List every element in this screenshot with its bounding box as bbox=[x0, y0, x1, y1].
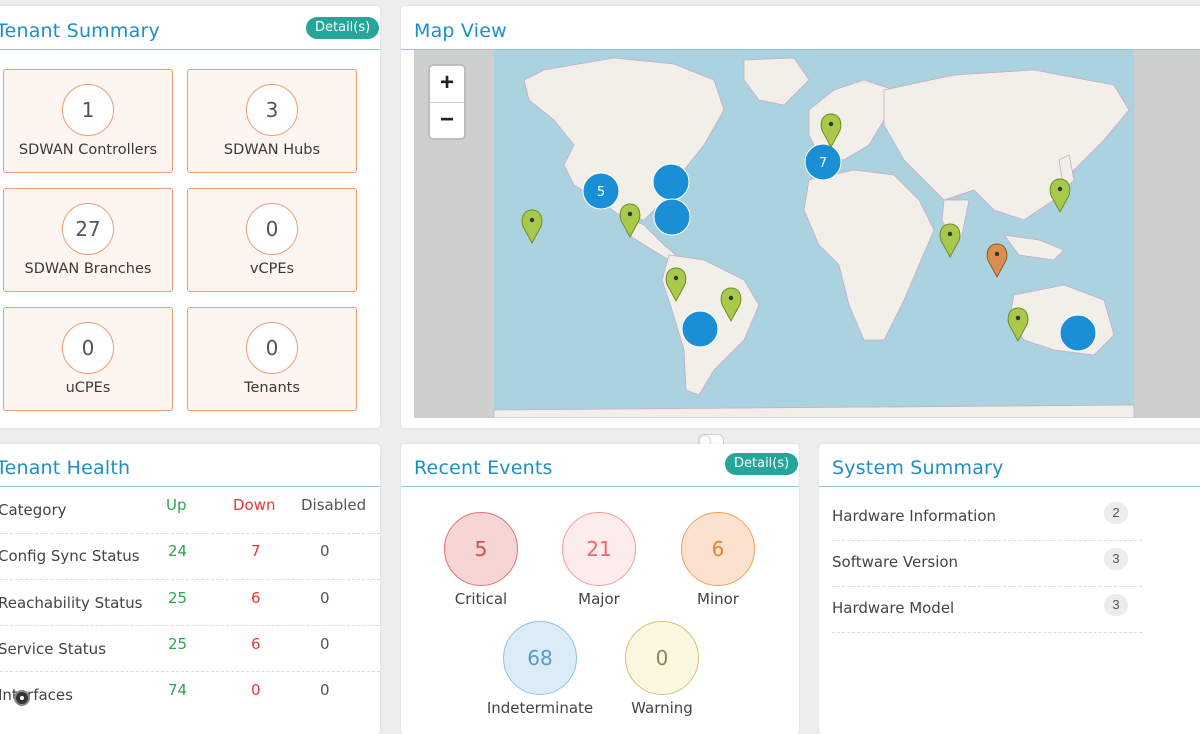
row-down: 6 bbox=[251, 635, 261, 653]
row-category: Service Status bbox=[0, 640, 107, 658]
event-major-circle[interactable]: 21 bbox=[562, 512, 636, 586]
target-cursor-icon bbox=[14, 690, 30, 706]
count-badge: 3 bbox=[1104, 548, 1128, 570]
world-map[interactable]: 5 7 bbox=[414, 50, 1200, 419]
tile-value: 27 bbox=[62, 203, 114, 255]
tile-vcpes[interactable]: 0 vCPEs bbox=[187, 188, 357, 292]
system-summary-divider bbox=[819, 486, 1200, 487]
table-row: Interfaces 74 0 0 bbox=[0, 671, 380, 717]
tile-sdwan-branches[interactable]: 27 SDWAN Branches bbox=[3, 188, 173, 292]
row-category: Reachability Status bbox=[0, 594, 143, 612]
system-summary-title: System Summary bbox=[832, 457, 1004, 479]
row-up: 74 bbox=[168, 681, 188, 699]
event-major-label: Major bbox=[578, 590, 620, 608]
cluster-count: 7 bbox=[819, 156, 827, 171]
column-header-down: Down bbox=[233, 496, 276, 514]
system-summary-label: Hardware Information bbox=[832, 507, 997, 525]
world-map-svg: 5 7 bbox=[493, 50, 1135, 419]
tile-sdwan-hubs[interactable]: 3 SDWAN Hubs bbox=[187, 69, 357, 173]
row-disabled: 0 bbox=[320, 542, 330, 560]
row-category: Config Sync Status bbox=[0, 547, 140, 565]
row-disabled: 0 bbox=[320, 635, 330, 653]
event-critical-circle[interactable]: 5 bbox=[444, 512, 518, 586]
system-summary-label: Hardware Model bbox=[832, 599, 955, 617]
table-row: Reachability Status 25 6 0 bbox=[0, 579, 380, 626]
map-view-title: Map View bbox=[414, 20, 507, 42]
cursor-dot bbox=[20, 696, 24, 700]
tile-value: 0 bbox=[246, 203, 298, 255]
count-badge: 2 bbox=[1104, 502, 1128, 524]
recent-events-title: Recent Events bbox=[414, 457, 553, 479]
zoom-out-button[interactable]: − bbox=[430, 103, 464, 139]
row-disabled: 0 bbox=[320, 589, 330, 607]
list-item[interactable]: Software Version 3 bbox=[832, 540, 1142, 587]
cluster-count: 5 bbox=[597, 185, 605, 200]
table-row: Service Status 25 6 0 bbox=[0, 625, 380, 672]
event-minor-label: Minor bbox=[697, 590, 739, 608]
row-category: Interfaces bbox=[0, 686, 73, 704]
column-header-up: Up bbox=[166, 496, 187, 514]
tile-value: 0 bbox=[62, 322, 114, 374]
event-indeterminate-circle[interactable]: 68 bbox=[503, 621, 577, 695]
zoom-in-button[interactable]: + bbox=[430, 66, 464, 102]
tenant-summary-divider bbox=[0, 49, 380, 50]
tile-label: SDWAN Hubs bbox=[223, 142, 321, 158]
cluster-marker bbox=[1059, 314, 1097, 352]
event-indeterminate-label: Indeterminate bbox=[486, 699, 594, 717]
tile-sdwan-controllers[interactable]: 1 SDWAN Controllers bbox=[3, 69, 173, 173]
tile-label: vCPEs bbox=[249, 261, 295, 277]
count-badge: 3 bbox=[1104, 594, 1128, 616]
tile-label: uCPEs bbox=[65, 380, 111, 396]
event-warning-label: Warning bbox=[631, 699, 693, 717]
recent-events-panel bbox=[401, 444, 799, 734]
row-disabled: 0 bbox=[320, 681, 330, 699]
list-item[interactable]: Hardware Information 2 bbox=[832, 494, 1142, 541]
tile-label: SDWAN Branches bbox=[24, 261, 152, 277]
tile-value: 0 bbox=[246, 322, 298, 374]
cluster-marker bbox=[681, 310, 719, 348]
table-row: Config Sync Status 24 7 0 bbox=[0, 533, 380, 580]
tenant-summary-details-button[interactable]: Detail(s) bbox=[306, 17, 380, 39]
event-critical-label: Critical bbox=[454, 590, 508, 608]
row-up: 24 bbox=[168, 542, 188, 560]
tile-ucpes[interactable]: 0 uCPEs bbox=[3, 307, 173, 411]
tile-tenants[interactable]: 0 Tenants bbox=[187, 307, 357, 411]
row-up: 25 bbox=[168, 589, 188, 607]
tile-label: SDWAN Controllers bbox=[18, 142, 158, 158]
list-item[interactable]: Hardware Model 3 bbox=[832, 586, 1142, 633]
row-up: 25 bbox=[168, 635, 188, 653]
row-down: 0 bbox=[251, 681, 261, 699]
column-header-category: Category bbox=[0, 501, 67, 519]
tenant-summary-title: Tenant Summary bbox=[0, 20, 160, 42]
system-summary-label: Software Version bbox=[832, 553, 959, 571]
cluster-marker bbox=[653, 198, 691, 236]
tile-label: Tenants bbox=[244, 380, 300, 396]
cluster-marker bbox=[652, 163, 690, 201]
event-minor-circle[interactable]: 6 bbox=[681, 512, 755, 586]
tile-value: 1 bbox=[62, 84, 114, 136]
column-header-disabled: Disabled bbox=[301, 496, 367, 514]
table-header-row: Category Up Down Disabled bbox=[0, 487, 380, 534]
tenant-health-title: Tenant Health bbox=[0, 457, 131, 479]
recent-events-details-button[interactable]: Detail(s) bbox=[725, 453, 799, 475]
tile-value: 3 bbox=[246, 84, 298, 136]
recent-events-divider bbox=[401, 486, 799, 487]
row-down: 6 bbox=[251, 589, 261, 607]
row-down: 7 bbox=[251, 542, 261, 560]
event-warning-circle[interactable]: 0 bbox=[625, 621, 699, 695]
map-zoom-control: + − bbox=[428, 64, 466, 140]
